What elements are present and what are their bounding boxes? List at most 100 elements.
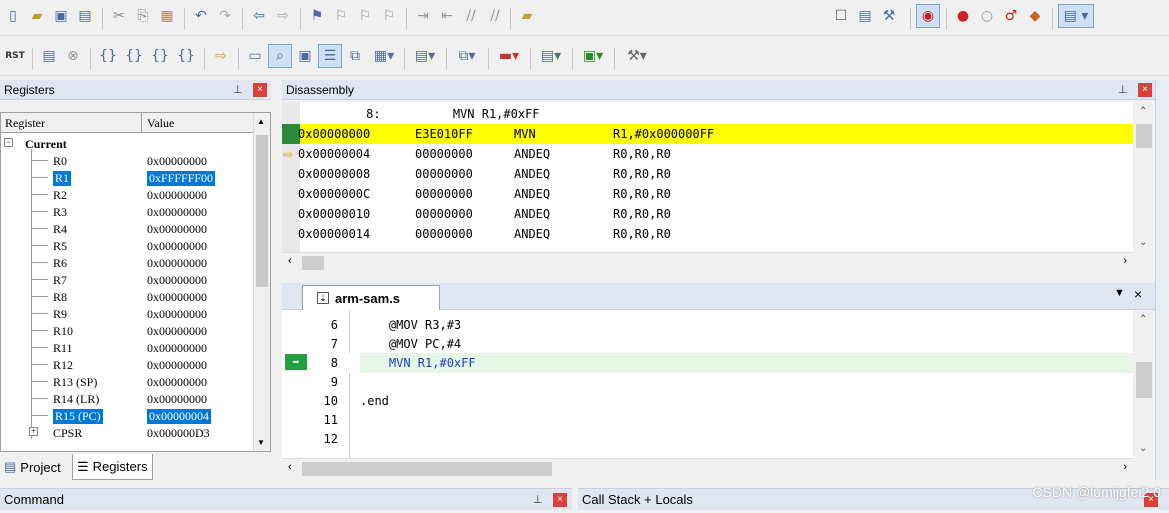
save-icon[interactable]: ▣ bbox=[50, 4, 72, 28]
kill-breakpoints-icon[interactable]: ♂ bbox=[1000, 4, 1022, 28]
register-row[interactable]: R1 0xFFFFFF00 bbox=[1, 169, 254, 186]
disassembly-line[interactable]: 0x00000014 00000000 ANDEQ R0,R0,R0 bbox=[282, 224, 1133, 244]
register-row[interactable]: R10 0x00000000 bbox=[1, 322, 254, 339]
register-value[interactable]: 0x00000000 bbox=[147, 392, 207, 407]
register-row[interactable]: R3 0x00000000 bbox=[1, 203, 254, 220]
editor-vertical-scrollbar[interactable]: ⌃ ⌄ bbox=[1133, 310, 1155, 458]
collapse-icon[interactable]: − bbox=[4, 138, 13, 147]
disassembly-line[interactable]: ⇨ 0x00000004 00000000 ANDEQ R0,R0,R0 bbox=[282, 144, 1133, 164]
disassembly-line[interactable]: 0x00000010 00000000 ANDEQ R0,R0,R0 bbox=[282, 204, 1133, 224]
editor-line[interactable]: 9 bbox=[282, 372, 1133, 392]
run-to-cursor-icon[interactable]: {} bbox=[174, 44, 198, 68]
scroll-thumb[interactable] bbox=[302, 462, 552, 476]
register-row[interactable]: R6 0x00000000 bbox=[1, 254, 254, 271]
step-out-icon[interactable]: {} bbox=[148, 44, 172, 68]
step-over-icon[interactable]: {} bbox=[122, 44, 146, 68]
uncomment-icon[interactable]: // bbox=[484, 4, 506, 28]
back-icon[interactable]: ⇦ bbox=[248, 4, 270, 28]
close-icon[interactable]: × bbox=[253, 83, 267, 97]
prev-bookmark-icon[interactable]: ⚐ bbox=[330, 4, 352, 28]
scroll-down-icon[interactable]: ⌄ bbox=[1139, 237, 1147, 248]
unindent-icon[interactable]: ⇤ bbox=[436, 4, 458, 28]
build-icon[interactable]: ▤ bbox=[854, 4, 876, 28]
editor-line[interactable]: ➡ 8 MVN R1,#0xFF bbox=[282, 353, 1133, 373]
save-all-icon[interactable]: ▤ bbox=[74, 4, 96, 28]
run-icon[interactable]: ▤ bbox=[38, 44, 60, 68]
register-value[interactable]: 0x00000000 bbox=[147, 205, 207, 220]
register-value[interactable]: 0x00000000 bbox=[147, 188, 207, 203]
register-value[interactable]: 0x00000000 bbox=[147, 273, 207, 288]
register-row[interactable]: R9 0x00000000 bbox=[1, 305, 254, 322]
select-target-icon[interactable]: ☐ bbox=[830, 4, 852, 28]
scroll-up-icon[interactable]: ⌃ bbox=[1139, 314, 1147, 325]
scroll-down-icon[interactable]: ▼ bbox=[257, 438, 265, 447]
scroll-up-icon[interactable]: ⌃ bbox=[1139, 106, 1147, 117]
paste-icon[interactable]: ▦ bbox=[156, 4, 178, 28]
copy-icon[interactable]: ⎘ bbox=[132, 4, 154, 28]
toolbox-icon[interactable]: ⚒▾ bbox=[618, 44, 656, 68]
register-row[interactable]: R0 0x00000000 bbox=[1, 152, 254, 169]
pin-icon[interactable]: ⊥ bbox=[233, 83, 243, 96]
memory-window-icon[interactable]: ▤▾ bbox=[408, 44, 442, 68]
next-bookmark-icon[interactable]: ⚐ bbox=[354, 4, 376, 28]
scroll-thumb[interactable] bbox=[1136, 124, 1152, 148]
code-editor[interactable]: 6 @MOV R3,#3 7 @MOV PC,#4 ➡ 8 MVN R1,#0xFF 9… bbox=[282, 310, 1133, 458]
register-value[interactable]: 0x00000000 bbox=[147, 290, 207, 305]
register-row[interactable]: R14 (LR) 0x00000000 bbox=[1, 390, 254, 407]
system-viewer-icon[interactable]: ▣▾ bbox=[576, 44, 610, 68]
register-row[interactable]: R12 0x00000000 bbox=[1, 356, 254, 373]
open-folder-icon[interactable]: ▰ bbox=[26, 4, 48, 28]
tab-registers[interactable]: ☰ Registers bbox=[72, 454, 153, 480]
disassembly-window[interactable]: 8: MVN R1,#0xFF 0x00000000 E3E010FF MVN R1,… bbox=[282, 102, 1133, 252]
tab-project[interactable]: ▤ Project bbox=[0, 454, 65, 480]
editor-line[interactable]: 7 @MOV PC,#4 bbox=[282, 334, 1133, 354]
clear-breakpoints-icon[interactable]: ◆ bbox=[1024, 4, 1046, 28]
close-tab-icon[interactable]: × bbox=[1134, 286, 1142, 302]
register-row[interactable]: R8 0x00000000 bbox=[1, 288, 254, 305]
register-row[interactable]: R11 0x00000000 bbox=[1, 339, 254, 356]
register-value[interactable]: 0xFFFFFF00 bbox=[147, 171, 216, 186]
register-value[interactable]: 0x000000D3 bbox=[147, 426, 210, 441]
editor-line[interactable]: 6 @MOV R3,#3 bbox=[282, 315, 1133, 335]
cut-icon[interactable]: ✂ bbox=[108, 4, 130, 28]
register-value[interactable]: 0x00000000 bbox=[147, 222, 207, 237]
indent-icon[interactable]: ⇥ bbox=[412, 4, 434, 28]
disassembly-horizontal-scrollbar[interactable]: ‹ › bbox=[282, 252, 1133, 272]
scroll-left-icon[interactable]: ‹ bbox=[288, 255, 292, 267]
right-side-panel[interactable] bbox=[1155, 80, 1169, 480]
rebuild-icon[interactable]: ⚒ bbox=[878, 4, 900, 28]
analysis-window-icon[interactable]: ▬▾ bbox=[492, 44, 526, 68]
register-row[interactable]: R13 (SP) 0x00000000 bbox=[1, 373, 254, 390]
debug-icon[interactable]: ◉ bbox=[916, 4, 940, 28]
symbols-window-icon[interactable]: ▣ bbox=[294, 44, 316, 68]
disassembly-line[interactable]: 0x00000000 E3E010FF MVN R1,#0x000000FF bbox=[282, 124, 1133, 144]
scroll-down-icon[interactable]: ⌄ bbox=[1139, 443, 1147, 454]
scroll-right-icon[interactable]: › bbox=[1123, 255, 1127, 267]
stop-icon[interactable]: ⊗ bbox=[62, 44, 84, 68]
undo-icon[interactable]: ↶ bbox=[190, 4, 212, 28]
window-layout-icon[interactable]: ▤ ▾ bbox=[1058, 4, 1094, 28]
bookmark-icon[interactable]: ⚑ bbox=[306, 4, 328, 28]
disassembly-line[interactable]: 0x00000008 00000000 ANDEQ R0,R0,R0 bbox=[282, 164, 1133, 184]
disassembly-window-icon[interactable]: ⌕ bbox=[268, 44, 292, 68]
scroll-thumb[interactable] bbox=[1136, 362, 1152, 398]
scroll-right-icon[interactable]: › bbox=[1123, 461, 1127, 473]
register-value[interactable]: 0x00000000 bbox=[147, 358, 207, 373]
step-into-icon[interactable]: {} bbox=[96, 44, 120, 68]
col-value-header[interactable]: Value bbox=[147, 116, 174, 131]
register-value[interactable]: 0x00000000 bbox=[147, 239, 207, 254]
call-stack-icon[interactable]: ⧉ bbox=[344, 44, 366, 68]
register-value[interactable]: 0x00000000 bbox=[147, 154, 207, 169]
registers-vertical-scrollbar[interactable]: ▲ ▼ bbox=[253, 113, 270, 451]
new-file-icon[interactable]: ▯ bbox=[2, 4, 24, 28]
clear-bookmarks-icon[interactable]: ⚐ bbox=[378, 4, 400, 28]
disable-breakpoint-icon[interactable]: ○ bbox=[976, 4, 998, 28]
editor-line[interactable]: 11 bbox=[282, 410, 1133, 430]
reset-icon[interactable]: RST bbox=[2, 44, 28, 68]
register-group-current[interactable]: − Current bbox=[1, 135, 254, 152]
register-row[interactable]: R15 (PC) 0x00000004 bbox=[1, 407, 254, 424]
command-window-icon[interactable]: ▭ bbox=[244, 44, 266, 68]
find-in-files-icon[interactable]: ▰ bbox=[516, 4, 538, 28]
editor-line[interactable]: 12 bbox=[282, 429, 1133, 449]
disassembly-vertical-scrollbar[interactable]: ⌃ ⌄ bbox=[1133, 102, 1155, 252]
